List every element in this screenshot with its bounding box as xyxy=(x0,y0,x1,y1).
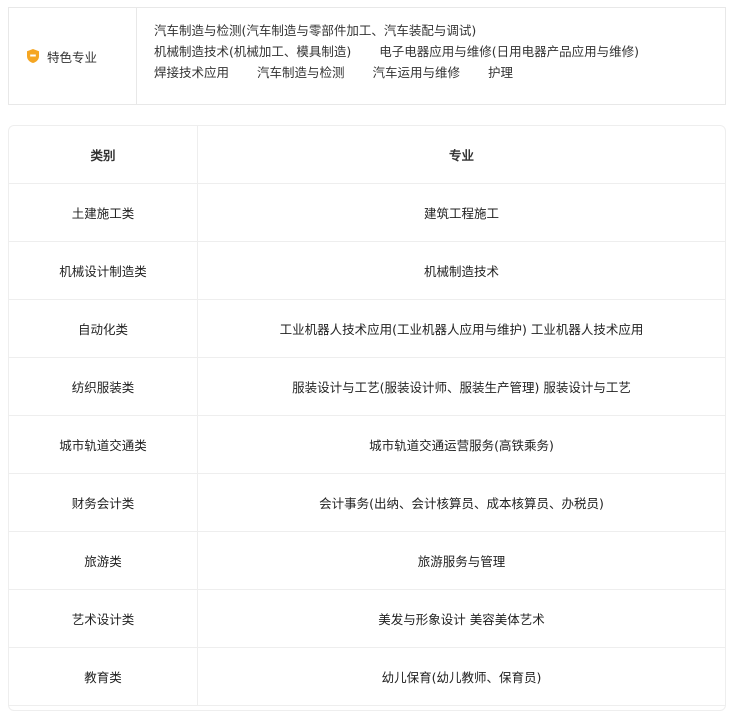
featured-major: 汽车制造与检测 xyxy=(257,65,345,80)
major-cell: 旅游服务与管理 xyxy=(417,554,506,569)
major-header: 专业 xyxy=(448,148,474,163)
major-cell: 幼儿保育(幼儿教师、保育员) xyxy=(381,670,542,685)
featured-label-text: 特色专业 xyxy=(47,49,98,65)
category-cell: 纺织服装类 xyxy=(9,358,198,415)
major-cell: 机械制造技术 xyxy=(423,264,499,279)
category-header: 类别 xyxy=(9,126,198,183)
category-cell: 机械设计制造类 xyxy=(9,242,198,299)
category-cell: 城市轨道交通类 xyxy=(9,416,198,473)
table-row: 自动化类 工业机器人技术应用(工业机器人应用与维护) 工业机器人技术应用 xyxy=(9,300,725,358)
major-cell: 美发与形象设计 美容美体艺术 xyxy=(378,612,545,627)
featured-major: 护理 xyxy=(488,65,514,80)
category-cell: 教育类 xyxy=(9,648,198,705)
featured-line: 焊接技术应用 汽车制造与检测 汽车运用与维修 护理 xyxy=(154,62,639,83)
featured-major: 电子电器应用与维修(日用电器产品应用与维修) xyxy=(379,44,640,59)
featured-line: 汽车制造与检测(汽车制造与零部件加工、汽车装配与调试) xyxy=(154,20,639,41)
table-row: 艺术设计类 美发与形象设计 美容美体艺术 xyxy=(9,590,725,648)
major-cell: 城市轨道交通运营服务(高铁乘务) xyxy=(369,438,554,453)
featured-major: 汽车运用与维修 xyxy=(372,65,461,80)
table-row: 纺织服装类 服装设计与工艺(服装设计师、服装生产管理) 服装设计与工艺 xyxy=(9,358,725,416)
table-header-row: 类别 专业 xyxy=(9,126,725,184)
table-row: 城市轨道交通类 城市轨道交通运营服务(高铁乘务) xyxy=(9,416,725,474)
category-cell: 土建施工类 xyxy=(9,184,198,241)
featured-major: 汽车制造与检测(汽车制造与零部件加工、汽车装配与调试) xyxy=(154,23,477,38)
majors-table: 类别 专业 土建施工类 建筑工程施工 机械设计制造类 机械制造技术 自动化类 工… xyxy=(8,125,726,711)
featured-majors-panel: 特色专业 汽车制造与检测(汽车制造与零部件加工、汽车装配与调试) 机械制造技术(… xyxy=(8,7,726,105)
featured-major: 焊接技术应用 xyxy=(154,65,230,80)
featured-major: 机械制造技术(机械加工、模具制造) xyxy=(154,44,352,59)
category-cell: 自动化类 xyxy=(9,300,198,357)
table-row: 财务会计类 会计事务(出纳、会计核算员、成本核算员、办税员) xyxy=(9,474,725,532)
major-cell: 工业机器人技术应用(工业机器人应用与维护) 工业机器人技术应用 xyxy=(279,322,644,337)
shield-badge-icon xyxy=(27,49,39,63)
major-cell: 服装设计与工艺(服装设计师、服装生产管理) 服装设计与工艺 xyxy=(292,380,631,395)
category-cell: 财务会计类 xyxy=(9,474,198,531)
table-row: 机械设计制造类 机械制造技术 xyxy=(9,242,725,300)
major-cell: 建筑工程施工 xyxy=(423,206,499,221)
featured-line: 机械制造技术(机械加工、模具制造) 电子电器应用与维修(日用电器产品应用与维修) xyxy=(154,41,639,62)
featured-majors-list: 汽车制造与检测(汽车制造与零部件加工、汽车装配与调试) 机械制造技术(机械加工、… xyxy=(137,8,639,104)
featured-majors-label: 特色专业 xyxy=(9,8,137,104)
table-row: 教育类 幼儿保育(幼儿教师、保育员) xyxy=(9,648,725,706)
table-row: 旅游类 旅游服务与管理 xyxy=(9,532,725,590)
category-cell: 艺术设计类 xyxy=(9,590,198,647)
major-cell: 会计事务(出纳、会计核算员、成本核算员、办税员) xyxy=(319,496,604,511)
table-row: 土建施工类 建筑工程施工 xyxy=(9,184,725,242)
category-cell: 旅游类 xyxy=(9,532,198,589)
